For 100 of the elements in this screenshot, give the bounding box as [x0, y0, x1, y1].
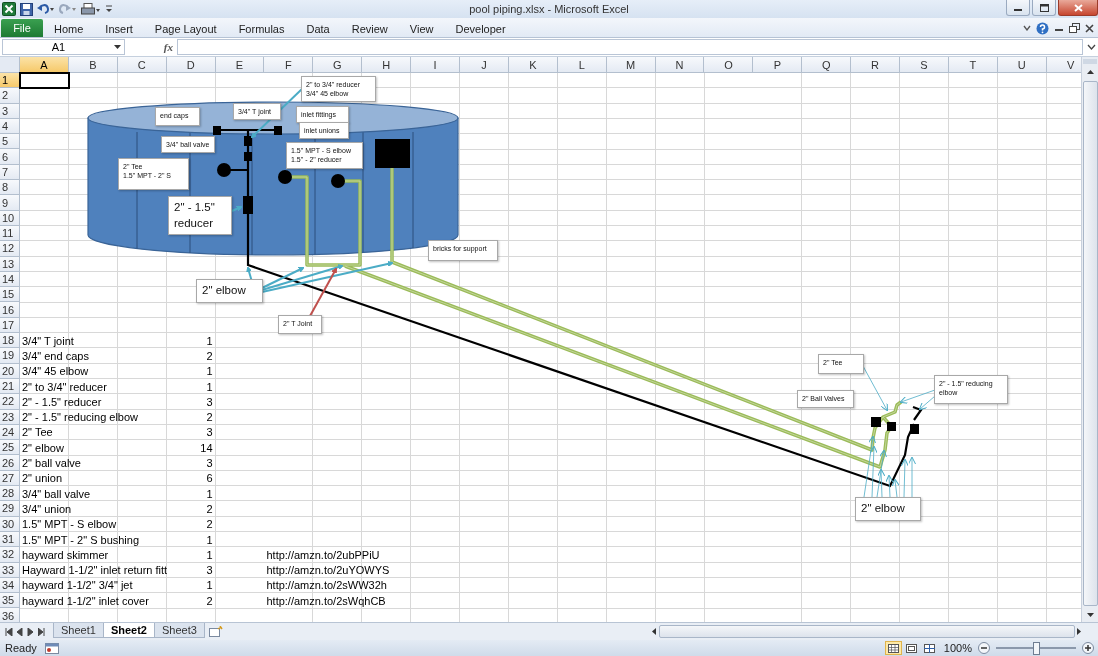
column-header[interactable]: A [20, 57, 69, 73]
ribbon-tab[interactable]: Page Layout [143, 20, 228, 37]
scroll-right-icon[interactable] [1077, 628, 1082, 635]
leader-arrow [231, 205, 243, 212]
restore-icon[interactable] [1069, 23, 1080, 33]
undo-icon[interactable] [37, 3, 55, 15]
print-icon[interactable] [81, 2, 101, 16]
row-header[interactable]: 2 [0, 88, 20, 104]
column-header[interactable]: S [900, 57, 949, 73]
excel-logo-icon[interactable] [2, 2, 16, 16]
normal-view-icon[interactable] [884, 641, 902, 655]
first-sheet-icon[interactable] [3, 625, 14, 638]
column-header[interactable]: J [460, 57, 509, 73]
save-icon[interactable] [20, 2, 33, 16]
column-header[interactable]: V [1046, 57, 1081, 73]
row-header[interactable]: 5 [0, 134, 20, 150]
column-header[interactable]: D [166, 57, 216, 73]
file-tab[interactable]: File [1, 19, 43, 37]
row-header[interactable]: 32 [0, 547, 20, 563]
row-header[interactable]: 22 [0, 394, 20, 410]
previous-sheet-icon[interactable] [14, 625, 25, 638]
sheet-tab[interactable]: Sheet2 [102, 623, 155, 638]
cell-text: 2 [206, 518, 214, 531]
insert-sheet-icon[interactable] [207, 624, 224, 639]
zoom-slider-thumb[interactable] [1033, 642, 1040, 655]
column-header[interactable]: M [606, 57, 656, 73]
row-header[interactable]: 1 [0, 73, 20, 89]
column-header[interactable]: R [851, 57, 901, 73]
row-header[interactable]: 16 [0, 302, 20, 318]
row-header[interactable]: 9 [0, 195, 20, 211]
ribbon-tab[interactable]: Developer [444, 20, 517, 37]
cell-text: http://amzn.to/2ubPPiU [265, 548, 380, 561]
column-header[interactable]: F [264, 57, 314, 73]
row-header[interactable]: 28 [0, 486, 20, 502]
ribbon-tab[interactable]: View [398, 20, 445, 37]
customize-caret-icon[interactable] [105, 4, 113, 14]
column-header[interactable]: K [508, 57, 558, 73]
row-header[interactable]: 36 [0, 608, 20, 622]
last-sheet-arrow-icon [37, 627, 46, 636]
column-header[interactable]: Q [802, 57, 852, 73]
column-header[interactable]: T [948, 57, 998, 73]
row-header[interactable]: 25 [0, 440, 20, 456]
scroll-left-icon[interactable] [652, 628, 657, 635]
column-header[interactable]: I [411, 57, 460, 73]
column-header[interactable]: L [557, 57, 607, 73]
zoom-in-button[interactable] [1082, 642, 1094, 654]
cell-text: http://amzn.to/2sWqhCB [265, 594, 386, 607]
dropdown-caret-icon[interactable] [114, 44, 121, 50]
ribbon-tab[interactable]: Formulas [227, 20, 296, 37]
formula-input[interactable] [177, 39, 1083, 55]
insert-function-button[interactable]: fx [163, 41, 173, 53]
row-header[interactable]: 6 [0, 149, 20, 165]
column-header[interactable]: O [704, 57, 754, 73]
cell-text: 2" union [21, 472, 62, 485]
minimize-button[interactable] [1006, 0, 1030, 16]
cell-text: 2 [206, 411, 214, 424]
cell-text: 3/4" ball valve [21, 487, 91, 500]
zoom-out-button[interactable] [978, 642, 990, 654]
last-sheet-icon[interactable] [36, 625, 47, 638]
help-icon[interactable] [1036, 21, 1049, 35]
collapse-ribbon-icon[interactable] [1023, 25, 1031, 31]
record-macro-icon[interactable] [44, 642, 59, 654]
row-header[interactable]: 26 [0, 455, 20, 471]
ribbon-tab[interactable]: Insert [94, 20, 144, 37]
column-header[interactable]: P [753, 57, 803, 73]
active-cell[interactable] [19, 72, 70, 90]
cell-text: 1 [206, 380, 214, 393]
column-header[interactable]: H [362, 57, 412, 73]
cell-text: 1 [206, 533, 214, 546]
name-box[interactable]: A1 [2, 39, 125, 55]
column-header[interactable]: N [655, 57, 705, 73]
callout-label: 2" elbow [196, 279, 263, 303]
row-header[interactable]: 19 [0, 348, 20, 364]
cell-text: 2" to 3/4" reducer [21, 380, 107, 393]
row-header[interactable]: 15 [0, 287, 20, 303]
horizontal-scrollbar[interactable] [652, 624, 1082, 639]
ribbon-tab[interactable]: Home [43, 20, 95, 37]
column-header[interactable]: B [68, 57, 118, 73]
zoom-level[interactable]: 100% [943, 642, 972, 654]
scrollbar-thumb[interactable] [659, 625, 1075, 638]
row-header[interactable]: 35 [0, 593, 20, 609]
sheet-tab[interactable]: Sheet3 [153, 623, 205, 638]
ribbon-tab[interactable]: Data [295, 20, 341, 37]
close-button[interactable] [1058, 0, 1098, 16]
close-icon[interactable] [1085, 23, 1094, 33]
column-header[interactable]: C [117, 57, 167, 73]
cell-text: 1 [206, 548, 214, 561]
column-header[interactable]: G [313, 57, 363, 73]
cell-text: 2 [206, 350, 214, 362]
row-header[interactable]: 18 [0, 333, 20, 349]
expand-formula-icon[interactable] [1087, 43, 1096, 51]
column-header[interactable]: U [997, 57, 1047, 73]
row-header[interactable]: 29 [0, 501, 20, 517]
maximize-button[interactable] [1032, 0, 1056, 16]
cell-text: 2 [206, 502, 214, 515]
column-header[interactable]: E [215, 57, 265, 73]
sheet-tab[interactable]: Sheet1 [53, 623, 104, 638]
row-header[interactable]: 12 [0, 241, 20, 257]
ribbon-tab[interactable]: Review [340, 20, 399, 37]
row-header[interactable]: 8 [0, 180, 20, 196]
